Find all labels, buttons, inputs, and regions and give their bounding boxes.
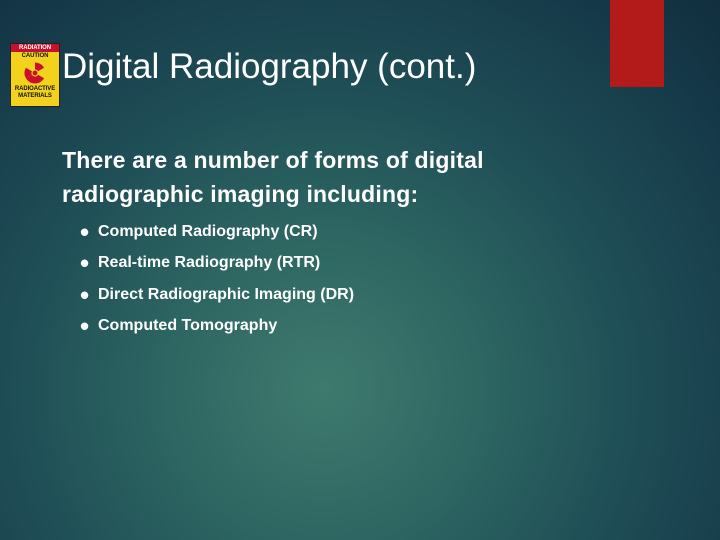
bullet-icon: •: [80, 311, 90, 342]
bullet-list: • Computed Radiography (CR) • Real-time …: [80, 216, 354, 342]
intro-paragraph: There are a number of forms of digital r…: [62, 147, 484, 207]
bullet-item: • Computed Radiography (CR): [80, 216, 354, 248]
logo-line-radioactive: RADIOACTIVE: [14, 86, 56, 92]
slide-title: Digital Radiography (cont.): [62, 47, 477, 86]
radiation-trefoil-icon: [23, 61, 47, 85]
bullet-icon: •: [80, 279, 90, 310]
radiation-warning-logo: RADIATION CAUTION RADIOACTIVE MATERIALS: [10, 43, 60, 107]
bullet-item: • Real-time Radiography (RTR): [80, 248, 354, 280]
logo-line-caution: CAUTION: [21, 53, 49, 59]
bullet-text: Computed Tomography: [98, 317, 278, 335]
bullet-item: • Direct Radiographic Imaging (DR): [80, 279, 354, 311]
logo-line-materials: MATERIALS: [18, 93, 52, 99]
bullet-icon: •: [80, 216, 90, 247]
bullet-item: • Computed Tomography: [80, 311, 354, 343]
logo-line-radiation: RADIATION: [11, 44, 59, 52]
accent-bar: [610, 0, 664, 87]
bullet-text: Real-time Radiography (RTR): [98, 254, 321, 272]
bullet-text: Direct Radiographic Imaging (DR): [98, 285, 355, 303]
bullet-icon: •: [80, 248, 90, 279]
bullet-text: Computed Radiography (CR): [98, 222, 318, 240]
